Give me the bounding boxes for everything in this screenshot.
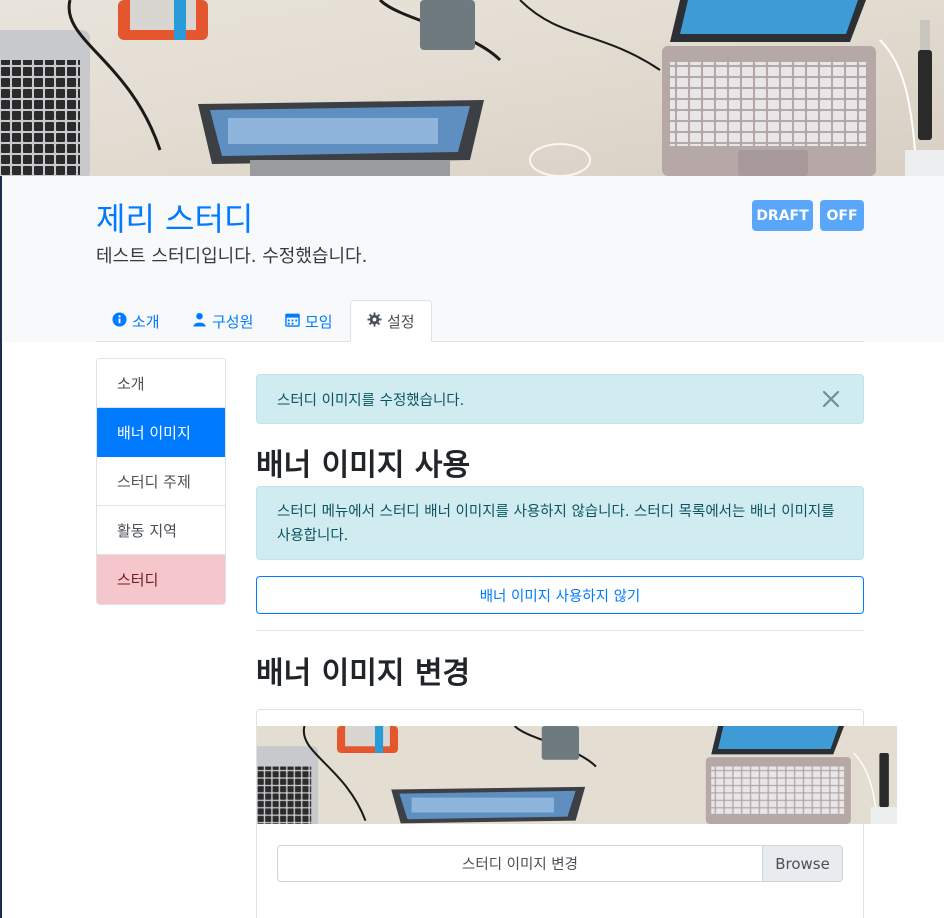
- banner-file-input[interactable]: 스터디 이미지 변경 Browse: [277, 845, 843, 882]
- close-icon[interactable]: [819, 387, 843, 411]
- page-edge: [0, 176, 2, 918]
- tab-settings[interactable]: 설정: [350, 300, 432, 342]
- tab-meetings[interactable]: 모임: [285, 300, 333, 342]
- success-alert: 스터디 이미지를 수정했습니다.: [256, 374, 864, 424]
- browse-button[interactable]: Browse: [762, 846, 842, 881]
- sidebar-item-study[interactable]: 스터디: [97, 555, 225, 604]
- tab-label: 설정: [387, 312, 415, 331]
- study-tabs: 소개 구성원 모임 설정: [96, 300, 864, 342]
- study-title[interactable]: 제리 스터디: [96, 200, 253, 238]
- tab-label: 구성원: [212, 312, 254, 331]
- section-title-change: 배너 이미지 변경: [256, 656, 471, 691]
- banner-preview-image: [257, 726, 897, 824]
- alert-message: 스터디 이미지를 수정했습니다.: [277, 392, 465, 409]
- user-icon: [192, 312, 207, 331]
- off-badge[interactable]: OFF: [820, 200, 864, 231]
- info-alert: 스터디 메뉴에서 스터디 배너 이미지를 사용하지 않습니다. 스터디 목록에서…: [256, 486, 864, 560]
- sidebar-item-tags[interactable]: 스터디 주제: [97, 457, 225, 506]
- study-description: 테스트 스터디입니다. 수정했습니다.: [96, 246, 368, 267]
- divider: [256, 630, 864, 631]
- tab-label: 소개: [132, 312, 160, 331]
- gear-icon: [367, 311, 382, 331]
- sidebar-item-banner[interactable]: 배너 이미지: [97, 408, 225, 457]
- tab-label: 모임: [305, 312, 333, 331]
- info-circle-icon: [112, 311, 127, 331]
- tab-intro[interactable]: 소개: [112, 300, 160, 342]
- section-title-use: 배너 이미지 사용: [256, 448, 471, 483]
- sidebar-item-zones[interactable]: 활동 지역: [97, 506, 225, 555]
- banner-image: [0, 0, 944, 176]
- settings-sidebar: 소개 배너 이미지 스터디 주제 활동 지역 스터디: [96, 358, 226, 605]
- tab-members[interactable]: 구성원: [192, 300, 253, 342]
- calendar-icon: [285, 312, 300, 331]
- disable-banner-button[interactable]: 배너 이미지 사용하지 않기: [256, 576, 864, 614]
- file-input-label[interactable]: 스터디 이미지 변경: [278, 846, 762, 881]
- draft-badge[interactable]: DRAFT: [752, 200, 813, 231]
- sidebar-item-intro[interactable]: 소개: [97, 359, 225, 408]
